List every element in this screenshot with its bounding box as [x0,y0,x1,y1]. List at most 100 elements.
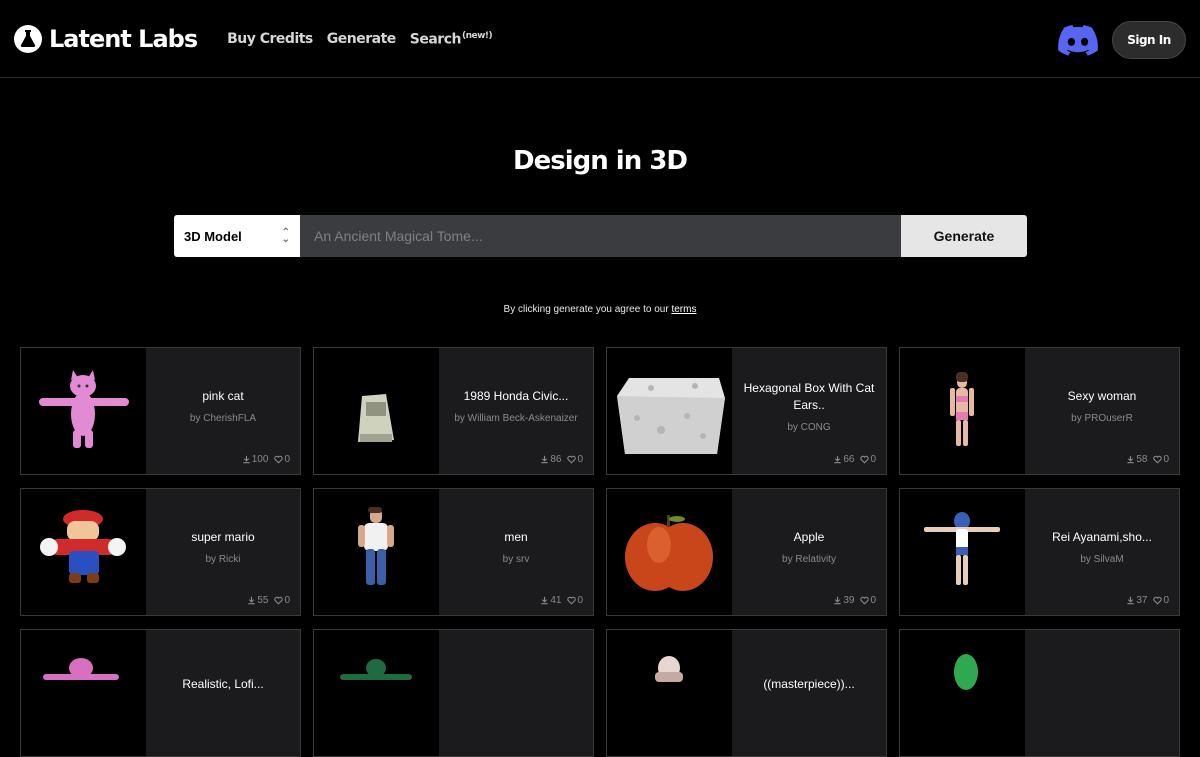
like-count[interactable]: 0 [567,454,583,465]
model-type-selected: 3D Model [184,228,242,244]
model-author: by William Beck-Askenaizer [454,413,578,424]
model-card[interactable]: men by srv 41 0 [313,488,594,616]
model-author: by SilvaM [1080,554,1124,565]
model-info: Realistic, Lofi... [146,630,300,756]
model-card[interactable]: Realistic, Lofi... [20,629,301,757]
card-stats: 100 0 [242,454,290,465]
model-gallery: pink cat by CherishFLA 100 0 1989 Honda … [20,347,1180,757]
card-stats: 41 0 [540,595,583,606]
top-nav-bar: Latent Labs Buy Credits Generate Search(… [0,0,1200,78]
download-count: 86 [540,454,561,465]
model-card[interactable] [313,629,594,757]
prompt-input[interactable] [300,215,901,257]
flask-icon [14,24,42,53]
like-count-value: 0 [870,454,876,465]
card-stats: 86 0 [540,454,583,465]
download-count: 37 [1126,595,1147,606]
heart-icon [274,455,284,464]
like-count[interactable]: 0 [567,595,583,606]
model-card[interactable]: Apple by Relativity 39 0 [606,488,887,616]
heart-icon [274,596,284,605]
sign-in-button[interactable]: Sign In [1112,21,1186,59]
model-card[interactable]: Sexy woman by PROuserR 58 0 [899,347,1180,475]
model-card[interactable]: ((masterpiece))... [606,629,887,757]
download-count-value: 66 [843,454,855,465]
model-author: by Ricki [205,554,241,565]
heart-icon [1153,596,1163,605]
model-info [1025,630,1179,756]
like-count-value: 0 [577,454,583,465]
model-type-select[interactable]: 3D Model ⌃ ⌄ [174,215,300,257]
model-card[interactable]: super mario by Ricki 55 0 [20,488,301,616]
like-count[interactable]: 0 [1153,595,1169,606]
like-count-value: 0 [284,454,290,465]
download-icon [1127,455,1134,464]
download-count-value: 86 [550,454,562,465]
generate-button[interactable]: Generate [901,215,1027,257]
like-count[interactable]: 0 [274,595,290,606]
download-count: 66 [833,454,854,465]
card-stats: 55 0 [247,595,290,606]
model-title: men [504,530,528,544]
heart-icon [567,596,577,605]
like-count-value: 0 [284,595,290,606]
model-title: super mario [191,530,255,544]
model-info [439,630,593,756]
card-stats: 39 0 [833,595,876,606]
model-author: by CherishFLA [189,413,257,424]
heart-icon [1153,455,1163,464]
like-count[interactable]: 0 [860,595,876,606]
model-thumbnail-woman [900,348,1025,474]
like-count-value: 0 [1163,454,1169,465]
model-card[interactable]: pink cat by CherishFLA 100 0 [20,347,301,475]
like-count[interactable]: 0 [274,454,290,465]
nav-buy-credits[interactable]: Buy Credits [227,31,313,48]
model-author: by srv [502,554,530,565]
download-count: 100 [242,454,269,465]
model-thumbnail-green-figure [314,630,439,756]
download-count-value: 100 [251,454,269,465]
model-thumbnail-apple [607,489,732,615]
page-title: Design in 3D [513,146,688,176]
model-title: Hexagonal Box With Cat Ears.. [743,380,875,412]
like-count[interactable]: 0 [1153,454,1169,465]
like-count-value: 0 [577,595,583,606]
model-thumbnail-box [607,348,732,474]
chevron-updown-icon: ⌃ ⌄ [281,227,290,245]
download-count-value: 55 [257,595,269,606]
download-count-value: 39 [843,595,855,606]
brand-logo[interactable]: Latent Labs [14,24,198,53]
model-author: by PROuserR [1071,413,1133,424]
card-stats: 37 0 [1126,595,1169,606]
heart-icon [567,455,577,464]
nav-search[interactable]: Search(new!) [409,31,493,48]
model-info: pink cat by CherishFLA 100 0 [146,348,300,474]
model-title: ((masterpiece))... [763,676,855,691]
terms-link[interactable]: terms [671,304,696,315]
terms-text: By clicking generate you agree to our [503,304,672,315]
nav-search-label: Search [409,31,462,48]
main-nav: Buy Credits Generate Search(new!) [227,31,493,48]
model-card[interactable]: Hexagonal Box With Cat Ears.. by CONG 66… [606,347,887,475]
model-card[interactable] [899,629,1180,757]
download-count-value: 41 [550,595,562,606]
like-count[interactable]: 0 [860,454,876,465]
header-actions: Sign In [1058,21,1186,59]
nav-generate[interactable]: Generate [327,31,397,48]
model-thumbnail-car [314,348,439,474]
download-count: 55 [247,595,268,606]
download-icon [243,455,250,464]
download-icon [541,596,548,605]
model-card[interactable]: 1989 Honda Civic... by William Beck-Aske… [313,347,594,475]
download-count: 58 [1126,454,1147,465]
discord-icon[interactable] [1058,23,1098,57]
model-thumbnail-rei [900,489,1025,615]
download-icon [834,596,841,605]
like-count-value: 0 [870,595,876,606]
model-thumbnail-pale-figure [607,630,732,756]
model-thumbnail-pink-cat [21,348,146,474]
generator-bar: 3D Model ⌃⌄ Generate [174,215,1027,257]
model-thumbnail-mario [21,489,146,615]
model-title: pink cat [202,389,244,403]
model-card[interactable]: Rei Ayanami,sho... by SilvaM 37 0 [899,488,1180,616]
